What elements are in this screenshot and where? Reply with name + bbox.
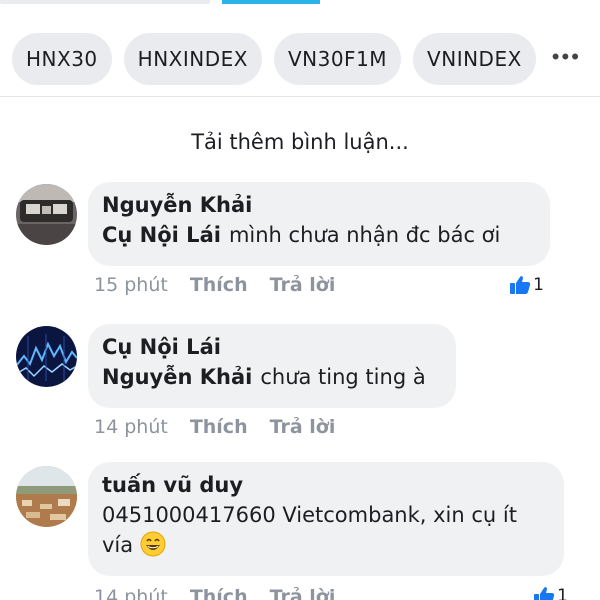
- avatar[interactable]: [16, 466, 77, 527]
- comment-text: vía: [102, 530, 550, 560]
- comment-mention[interactable]: Nguyễn Khải: [102, 365, 252, 389]
- like-count[interactable]: 1: [509, 275, 544, 295]
- comment-meta: 14 phút Thích Trả lời: [94, 586, 335, 600]
- tag-vn30f1m[interactable]: VN30F1M: [273, 33, 402, 85]
- comment-meta: 14 phút Thích Trả lời: [94, 416, 335, 438]
- top-cut-off-bar: [0, 0, 600, 12]
- like-button[interactable]: Thích: [190, 416, 248, 438]
- thumbs-up-icon: [510, 276, 531, 294]
- tag-hnxindex[interactable]: HNXINDEX: [123, 33, 262, 85]
- comment-text: Cụ Nội Lái mình chưa nhận đc bác ơi: [102, 220, 536, 250]
- comment-text: Nguyễn Khải chưa ting ting à: [102, 362, 442, 392]
- comment-author[interactable]: tuấn vũ duy: [102, 470, 550, 500]
- comment-author[interactable]: Cụ Nội Lái: [102, 332, 442, 362]
- like-count-number: 1: [557, 586, 568, 600]
- load-more-comments-link[interactable]: Tải thêm bình luận...: [0, 130, 600, 154]
- comment-body: mình chưa nhận đc bác ơi: [228, 223, 501, 247]
- comment-body: chưa ting ting à: [260, 365, 426, 389]
- chart-avatar-icon: [16, 326, 77, 387]
- more-tags-icon[interactable]: •••: [548, 44, 581, 70]
- comment-time: 14 phút: [94, 416, 168, 438]
- comment-mention[interactable]: Cụ Nội Lái: [102, 223, 221, 247]
- comment-text: 0451000417660 Vietcombank, xin cụ ít: [102, 500, 550, 530]
- like-count[interactable]: 1: [533, 586, 568, 600]
- comment-meta: 15 phút Thích Trả lời: [94, 274, 335, 296]
- comment-bubble: tuấn vũ duy 0451000417660 Vietcombank, x…: [88, 462, 564, 576]
- comment-time: 14 phút: [94, 586, 168, 600]
- comment-bubble: Cụ Nội Lái Nguyễn Khải chưa ting ting à: [88, 324, 456, 408]
- cut-off-header-badge: [222, 0, 320, 4]
- like-button[interactable]: Thích: [190, 274, 248, 296]
- tag-hnx30[interactable]: HNX30: [12, 33, 112, 85]
- reply-button[interactable]: Trả lời: [270, 274, 336, 296]
- comment-bubble: Nguyễn Khải Cụ Nội Lái mình chưa nhận đc …: [88, 182, 550, 266]
- like-count-number: 1: [533, 275, 544, 295]
- comments-page: HNX30 HNXINDEX VN30F1M VNINDEX ••• Tải t…: [0, 0, 600, 600]
- thumbs-up-icon: [534, 587, 555, 600]
- landscape-avatar-icon: [16, 466, 77, 527]
- comment-time: 15 phút: [94, 274, 168, 296]
- divider: [0, 96, 600, 97]
- stock-tag-row: HNX30 HNXINDEX VN30F1M VNINDEX •••: [0, 30, 600, 88]
- reply-button[interactable]: Trả lời: [270, 416, 336, 438]
- like-button[interactable]: Thích: [190, 586, 248, 600]
- grinning-emoji-icon: [140, 531, 166, 557]
- comment-body: 0451000417660 Vietcombank, xin cụ ít: [102, 503, 517, 527]
- reply-button[interactable]: Trả lời: [270, 586, 336, 600]
- comment-body: vía: [102, 533, 134, 557]
- cut-off-header-text: [0, 0, 210, 4]
- car-avatar-icon: [16, 184, 77, 245]
- comment-author[interactable]: Nguyễn Khải: [102, 190, 536, 220]
- tag-vnindex[interactable]: VNINDEX: [413, 33, 536, 85]
- avatar[interactable]: [16, 184, 77, 245]
- avatar[interactable]: [16, 326, 77, 387]
